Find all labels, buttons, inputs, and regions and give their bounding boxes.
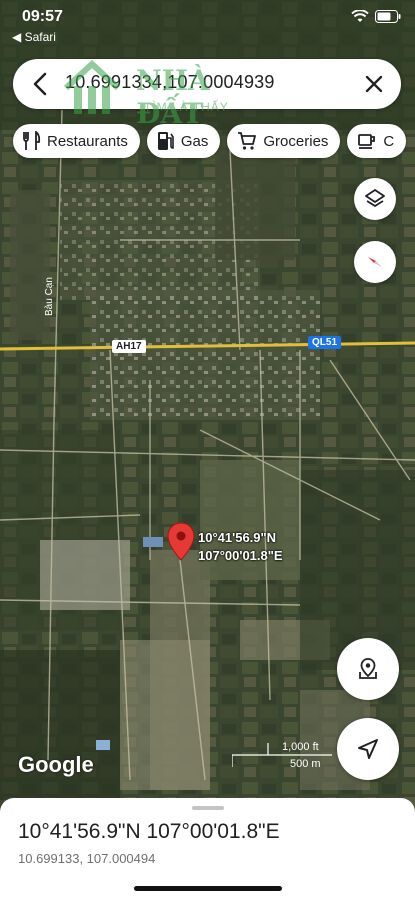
chip-label: Gas xyxy=(180,132,209,150)
chip-groceries[interactable]: Groceries xyxy=(227,124,341,158)
road-label-ql51: QL51 xyxy=(308,336,342,349)
status-icons xyxy=(351,10,401,23)
wifi-icon xyxy=(351,10,369,22)
battery-icon xyxy=(375,10,401,23)
directions-button[interactable] xyxy=(337,718,399,780)
layers-icon xyxy=(365,189,385,207)
navigation-arrow-icon xyxy=(358,739,378,759)
my-location-button[interactable] xyxy=(337,638,399,700)
watermark-logo: NHÀ ĐẤT TÌM LÀ THẤY xyxy=(62,50,262,130)
back-to-safari-link[interactable]: ◀ Safari xyxy=(12,30,56,44)
back-arrow-icon[interactable] xyxy=(27,69,55,99)
pin-coordinate-label: 10°41'56.9"N 107°00'01.8"E xyxy=(198,529,283,565)
compass-icon xyxy=(368,257,382,267)
chip-label: Groceries xyxy=(263,132,329,150)
watermark-brand: NHÀ ĐẤT xyxy=(136,64,210,130)
house-logo-icon xyxy=(63,59,121,114)
chip-gas[interactable]: Gas xyxy=(146,124,221,158)
place-title: 10°41'56.9"N 107°00'01.8"E xyxy=(18,820,280,843)
road-label-ah17: AH17 xyxy=(112,340,146,353)
home-indicator[interactable] xyxy=(134,886,282,891)
pin-longitude: 107°00'01.8"E xyxy=(198,548,283,563)
place-decimal-coordinates: 10.699133, 107.000494 xyxy=(18,851,156,866)
cart-icon xyxy=(238,132,257,150)
status-bar: 09:57 ◀ Safari xyxy=(0,0,415,48)
compass-button[interactable] xyxy=(354,241,396,283)
scale-meters-label: 500 m xyxy=(290,758,321,770)
pin-latitude: 10°41'56.9"N xyxy=(198,530,277,545)
category-chips: Restaurants Gas Groceries C xyxy=(13,124,407,160)
chip-restaurants[interactable]: Restaurants xyxy=(13,124,140,158)
chip-coffee[interactable]: C xyxy=(347,124,407,158)
coffee-icon xyxy=(358,134,376,149)
sheet-drag-handle[interactable] xyxy=(192,806,224,810)
status-time: 09:57 xyxy=(22,8,63,25)
chip-label: Restaurants xyxy=(47,132,128,150)
watermark-tagline: TÌM LÀ THẤY xyxy=(144,100,229,114)
chip-label: C xyxy=(383,132,395,150)
gas-station-icon xyxy=(157,132,174,150)
google-attribution: Google xyxy=(18,752,94,777)
restaurant-icon xyxy=(23,131,41,150)
close-icon[interactable] xyxy=(361,71,387,97)
place-info-sheet[interactable]: 10°41'56.9"N 107°00'01.8"E 10.699133, 10… xyxy=(0,798,415,900)
road-label-bau-can: Bàu Cạn xyxy=(44,277,55,316)
location-pin-icon[interactable] xyxy=(166,522,196,562)
map-scale-bar: 1,000 ft 500 m xyxy=(232,741,332,771)
location-target-icon xyxy=(359,658,377,679)
layers-button[interactable] xyxy=(354,178,396,220)
